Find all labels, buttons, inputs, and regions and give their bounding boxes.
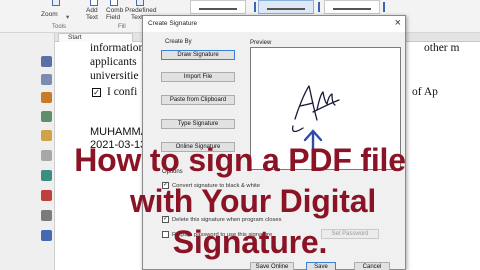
dialog-title: Create Signature: [148, 20, 198, 27]
signature-thumbnail-3[interactable]: [324, 0, 380, 14]
save-online-button[interactable]: Save Online: [250, 262, 294, 270]
predefined-text-icon[interactable]: [136, 0, 144, 6]
dialog-titlebar: Create Signature ×: [143, 16, 405, 32]
add-text-button-line2[interactable]: Text: [86, 14, 98, 21]
layers-icon[interactable]: [41, 92, 52, 103]
caption-line-2: with Your Digital: [129, 183, 377, 219]
paste-from-clipboard-button[interactable]: Paste from Clipboard: [161, 95, 235, 105]
close-icon[interactable]: ×: [395, 17, 401, 29]
comment-icon[interactable]: [41, 130, 52, 141]
thumb-separator: [318, 2, 320, 12]
handwritten-signature: [291, 85, 340, 133]
add-text-icon[interactable]: [90, 0, 98, 6]
bookmark-icon[interactable]: [41, 56, 52, 67]
doc-check-mark: ✓: [93, 88, 100, 97]
cancel-button[interactable]: Cancel: [354, 262, 390, 270]
zoom-button[interactable]: Zoom: [41, 11, 58, 18]
signature-thumbnail-1[interactable]: [190, 0, 246, 14]
predefined-text-button-line1[interactable]: Predefined: [125, 7, 156, 14]
page-icon[interactable]: [41, 74, 52, 85]
caption-line-3: Signature.: [172, 224, 328, 260]
group-label-tools: Tools: [52, 24, 67, 30]
doc-text-line4: I confi: [107, 86, 138, 98]
signature-thumbnail-2[interactable]: [258, 0, 314, 14]
caption-line-1: How to sign a PDF file: [74, 142, 406, 178]
import-file-button[interactable]: Import File: [161, 72, 235, 82]
stamp-icon[interactable]: [41, 111, 52, 122]
comb-field-button-line1[interactable]: Comb: [106, 7, 123, 14]
type-signature-button[interactable]: Type Signature: [161, 119, 235, 129]
comb-field-icon[interactable]: [110, 0, 118, 6]
doc-text-line3: universitie: [90, 70, 139, 82]
doc-checkbox: ✓: [92, 88, 101, 97]
zoom-dropdown-icon[interactable]: ▾: [66, 14, 69, 21]
thumb-separator: [383, 2, 385, 12]
doc-text-line2: applicants: [90, 56, 137, 68]
create-by-label: Create By: [165, 39, 192, 45]
doc-text-line1-right: other m: [424, 42, 460, 54]
draw-signature-button[interactable]: Draw Signature: [161, 50, 235, 60]
tab-start-label: Start: [68, 34, 82, 41]
add-text-button-line1[interactable]: Add: [86, 7, 98, 14]
doc-text-line4-right: of Ap: [412, 86, 438, 98]
tab-start[interactable]: Start: [58, 33, 133, 42]
preview-label: Preview: [250, 40, 272, 46]
search-icon[interactable]: [52, 0, 60, 6]
doc-text-line1: information: [90, 42, 145, 54]
comb-field-button-line2[interactable]: Field: [106, 14, 120, 21]
group-label-fill: Fill: [118, 24, 126, 30]
thumb-separator: [254, 2, 256, 12]
doc-name: MUHAMMA: [90, 126, 149, 138]
save-button[interactable]: Save: [306, 262, 336, 270]
